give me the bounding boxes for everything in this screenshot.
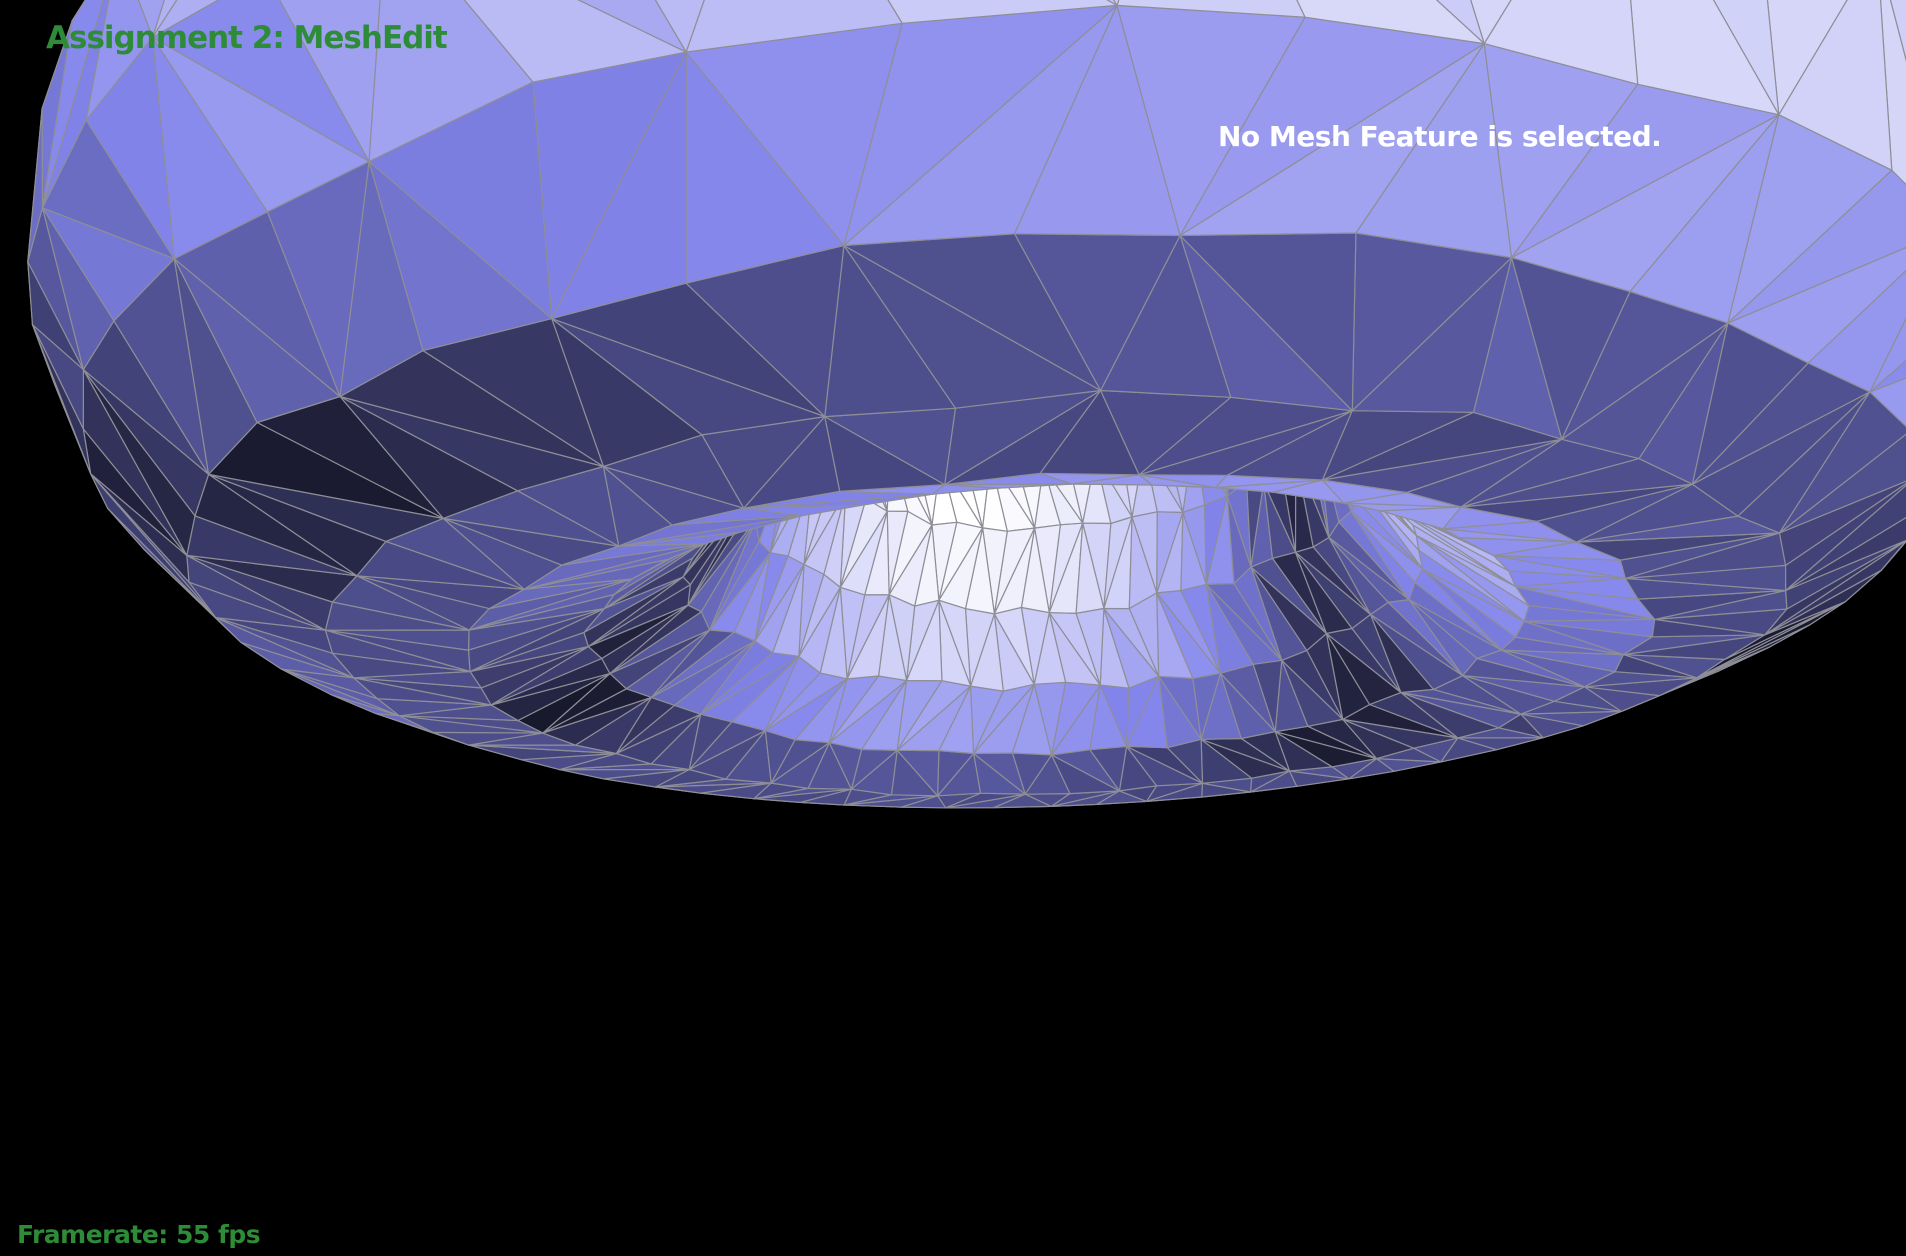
- framerate-counter: Framerate: 55 fps: [17, 1220, 261, 1249]
- mesh-viewport[interactable]: Assignment 2: MeshEdit No Mesh Feature i…: [0, 0, 1906, 1256]
- selection-status: No Mesh Feature is selected.: [1218, 120, 1662, 153]
- app-title: Assignment 2: MeshEdit: [46, 20, 448, 56]
- torus-mesh[interactable]: [0, 0, 1906, 1256]
